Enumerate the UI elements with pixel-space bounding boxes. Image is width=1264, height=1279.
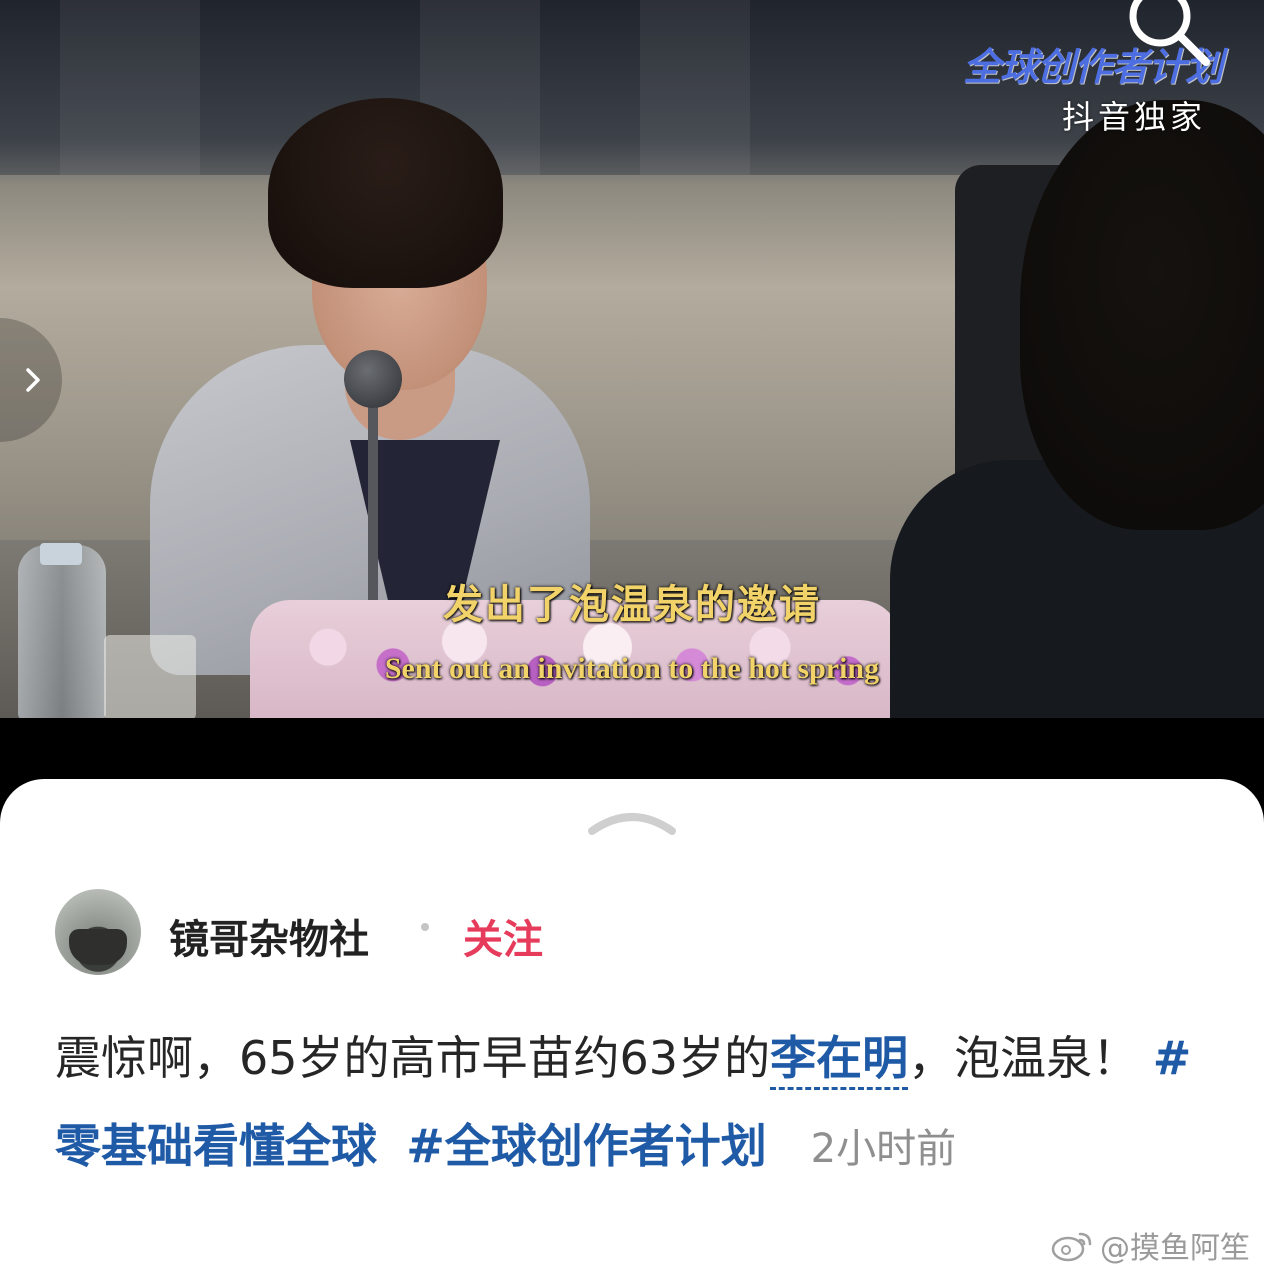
hashtag-link[interactable]: #全球创作者计划 xyxy=(406,1119,767,1173)
separator-dot xyxy=(421,923,429,931)
video-subtitle-chinese: 发出了泡温泉的邀请 xyxy=(443,581,821,628)
watermark-text: @摸鱼阿笙 xyxy=(1100,1231,1250,1266)
scene-bottle-cap xyxy=(40,543,82,565)
mention-link[interactable]: 李在明 xyxy=(770,1031,909,1090)
video-subtitle-english: Sent out an invitation to the hot spring xyxy=(384,652,880,685)
next-image-button[interactable] xyxy=(0,318,62,442)
chevron-right-icon xyxy=(26,368,40,392)
scene-microphone xyxy=(344,350,402,408)
scene-panel xyxy=(60,0,200,175)
weibo-icon xyxy=(1051,1232,1092,1262)
search-button[interactable] xyxy=(1120,0,1220,70)
author-name[interactable]: 镜哥杂物社 xyxy=(169,907,369,965)
watermark: @摸鱼阿笙 xyxy=(1050,1223,1250,1267)
post-text-part: 震惊啊，65岁的高市早苗约63岁的 xyxy=(55,1031,771,1085)
post-detail-sheet: 镜哥杂物社 关注 震惊啊，65岁的高市早苗约63岁的李在明，泡温泉！ #零基础看… xyxy=(0,779,1264,1279)
follow-button[interactable]: 关注 xyxy=(463,907,543,965)
search-icon xyxy=(1129,0,1210,66)
author-row: 镜哥杂物社 关注 xyxy=(55,889,1205,979)
scene-person-hair xyxy=(268,98,503,288)
scene-water-bottle xyxy=(18,545,106,718)
post-body: 震惊啊，65岁的高市早苗约63岁的李在明，泡温泉！ #零基础看懂全球 #全球创作… xyxy=(55,1014,1205,1193)
expand-sheet-handle[interactable] xyxy=(586,807,678,837)
post-timestamp: 2小时前 xyxy=(810,1126,957,1172)
scene-panel xyxy=(640,0,750,175)
video-player[interactable]: 发出了泡温泉的邀请 Sent out an invitation to the … xyxy=(0,0,1264,718)
post-text-part: ，泡温泉！ xyxy=(908,1031,1153,1085)
avatar-image xyxy=(69,929,127,965)
avatar[interactable] xyxy=(55,889,141,975)
video-letterbox xyxy=(0,718,1264,788)
chevron-up-icon xyxy=(588,813,676,835)
video-brand-sub: 抖音独家 xyxy=(1061,98,1206,136)
